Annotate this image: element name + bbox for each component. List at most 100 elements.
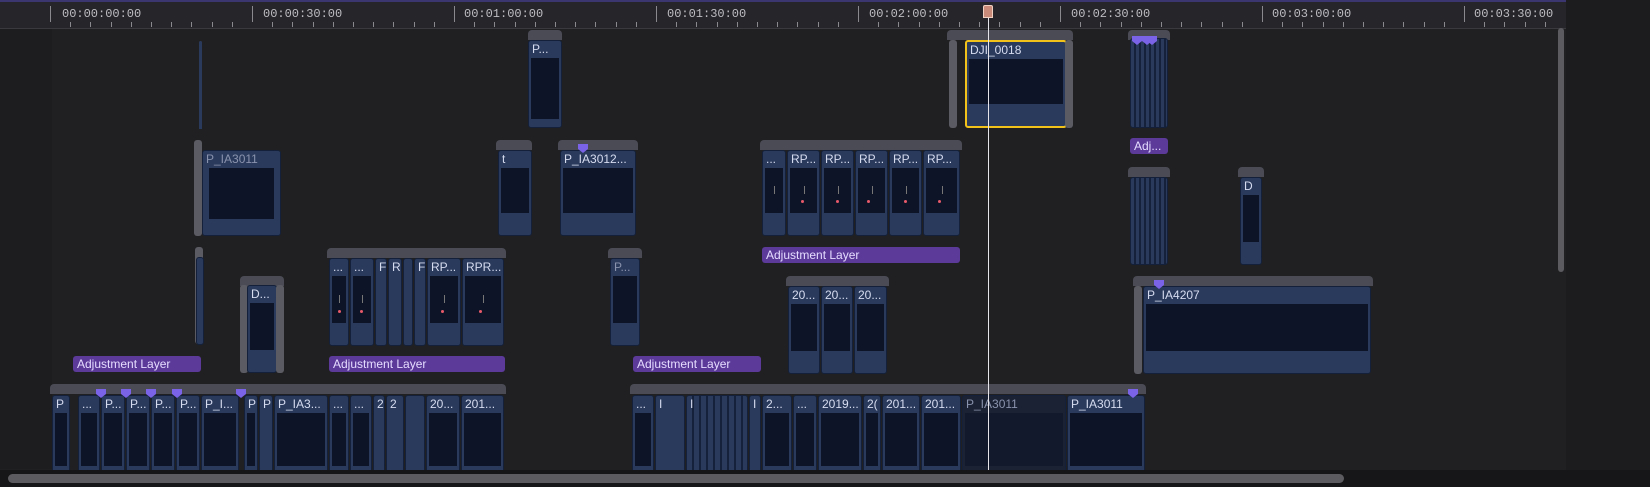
ruler-tick xyxy=(717,22,718,27)
horizontal-scrollbar[interactable] xyxy=(0,470,1650,487)
color-clip[interactable]: RP... xyxy=(855,150,888,236)
adjustment-layer-clip[interactable]: Adjustment Layer xyxy=(762,247,960,263)
color-clip[interactable]: RP... xyxy=(923,150,960,236)
selected-video-clip[interactable]: DJI_0018 xyxy=(965,40,1067,128)
ruler-tick xyxy=(595,22,596,27)
clip-header xyxy=(1128,167,1170,177)
storyline-clip[interactable]: I xyxy=(749,395,761,475)
color-clip[interactable] xyxy=(403,258,413,346)
color-clip[interactable]: RP... xyxy=(427,258,461,346)
storyline-clip[interactable]: P... xyxy=(101,395,125,475)
storyline-clip[interactable]: 2019... xyxy=(818,395,862,475)
storyline-clip[interactable]: P xyxy=(244,395,258,475)
video-clip[interactable]: 20... xyxy=(821,286,853,374)
clip-trim-handle[interactable] xyxy=(1065,40,1073,128)
clip-title: P... xyxy=(130,397,147,411)
adjustment-layer-clip[interactable]: Adj... xyxy=(1130,138,1168,154)
color-clip[interactable]: RPR... xyxy=(462,258,504,346)
playhead-line[interactable] xyxy=(988,6,989,470)
timecode-ruler[interactable]: 00:00:00:00 00:00:30:00 00:01:00:00 00:0… xyxy=(0,0,1650,29)
storyline-clip[interactable]: P xyxy=(259,395,273,475)
clip-title: P xyxy=(56,397,65,411)
title-clip[interactable]: t xyxy=(498,150,532,236)
storyline-clip[interactable]: P_IA3... xyxy=(274,395,328,475)
video-clip[interactable]: P... xyxy=(528,40,562,128)
horizontal-scroll-thumb[interactable] xyxy=(8,474,1344,483)
clip-trim-handle[interactable] xyxy=(276,285,284,373)
video-clip[interactable]: P_IA3012... xyxy=(560,150,636,236)
storyline-clip[interactable]: P_I... xyxy=(201,395,239,475)
color-clip[interactable]: RP... xyxy=(889,150,922,236)
storyline-clip[interactable]: I xyxy=(655,395,685,475)
storyline-clip[interactable]: P_IA3011 xyxy=(1067,395,1145,475)
thin-clip[interactable] xyxy=(196,257,204,345)
color-clip[interactable]: RP... xyxy=(821,150,854,236)
adjustment-layer-clip[interactable]: Adjustment Layer xyxy=(633,356,761,372)
storyline-clip[interactable]: 201... xyxy=(921,395,961,475)
storyline-clip[interactable]: ... xyxy=(793,395,817,475)
storyline-clip[interactable]: 2 xyxy=(373,395,385,475)
video-clip[interactable]: 20... xyxy=(788,286,820,374)
ruler-tick xyxy=(272,22,273,27)
ruler-tick xyxy=(111,22,112,27)
timeline-tracks[interactable]: P... DJI_0018 Adj... P_IA3011 t P_IA3012… xyxy=(0,29,1650,475)
video-clip[interactable]: D xyxy=(1240,177,1262,265)
timeline-edge xyxy=(1566,0,1650,487)
storyline-clip[interactable]: P... xyxy=(126,395,150,475)
color-clip[interactable]: F xyxy=(375,258,387,346)
color-clip[interactable]: ... xyxy=(350,258,374,346)
video-clip[interactable]: 20... xyxy=(854,286,887,374)
timecode-label: 00:01:30:00 xyxy=(667,7,747,21)
ruler-tick xyxy=(1545,22,1546,27)
ruler-tick xyxy=(919,22,920,27)
storyline-clip[interactable]: ... xyxy=(329,395,349,475)
ruler-tick xyxy=(1181,22,1182,27)
ruler-tick xyxy=(676,22,677,27)
color-clip[interactable]: RP... xyxy=(787,150,820,236)
vertical-scroll-thumb[interactable] xyxy=(1558,28,1564,272)
ruler-tick xyxy=(131,22,132,27)
adjustment-layer-clip[interactable]: Adjustment Layer xyxy=(73,356,201,372)
clip-thumbnail xyxy=(858,168,885,213)
storyline-clip[interactable]: P xyxy=(52,395,70,475)
storyline-clip[interactable]: ... xyxy=(632,395,654,475)
storyline-clip[interactable]: 2( xyxy=(863,395,881,475)
clip-title: ... xyxy=(333,260,344,274)
ruler-tick xyxy=(171,22,172,27)
clip-trim-handle[interactable] xyxy=(194,140,202,236)
storyline-clip[interactable] xyxy=(405,395,425,475)
storyline-clip[interactable]: P... xyxy=(176,395,200,475)
ruler-tick xyxy=(1464,6,1465,22)
storyline-clip[interactable]: P_IA3011 xyxy=(962,395,1066,475)
ruler-tick xyxy=(373,22,374,27)
video-clip[interactable]: P_IA4207 xyxy=(1143,286,1371,374)
clip-trim-handle[interactable] xyxy=(949,40,957,128)
clip-thumbnail xyxy=(55,413,67,466)
storyline-clip[interactable]: 2 xyxy=(386,395,404,475)
color-clip[interactable]: ... xyxy=(762,150,786,236)
video-clip[interactable] xyxy=(1130,177,1168,265)
clip-thumbnail xyxy=(154,413,172,466)
color-clip[interactable]: ... xyxy=(329,258,349,346)
storyline-clip[interactable]: I xyxy=(686,395,748,475)
video-clip[interactable]: P_IA3011 xyxy=(202,150,281,236)
clip-thumbnail xyxy=(796,413,814,466)
vertical-scrollbar[interactable] xyxy=(1556,28,1566,470)
playhead-handle[interactable] xyxy=(983,5,993,18)
storyline-clip[interactable]: 201... xyxy=(882,395,920,475)
video-clip[interactable]: D... xyxy=(247,285,277,373)
thin-clip[interactable] xyxy=(199,41,202,129)
adjustment-layer-clip[interactable]: Adjustment Layer xyxy=(329,356,505,372)
color-clip[interactable]: F xyxy=(414,258,426,346)
storyline-clip[interactable]: 20... xyxy=(426,395,460,475)
ruler-tick xyxy=(535,22,536,27)
clip-trim-handle[interactable] xyxy=(1134,286,1142,374)
storyline-clip[interactable]: ... xyxy=(350,395,372,475)
video-clip[interactable] xyxy=(1130,38,1168,128)
storyline-clip[interactable]: 2... xyxy=(762,395,792,475)
storyline-clip[interactable]: 201... xyxy=(461,395,504,475)
video-clip[interactable]: P... xyxy=(610,258,640,346)
storyline-clip[interactable]: ... xyxy=(78,395,100,475)
storyline-clip[interactable]: P... xyxy=(151,395,175,475)
color-clip[interactable]: R xyxy=(388,258,402,346)
